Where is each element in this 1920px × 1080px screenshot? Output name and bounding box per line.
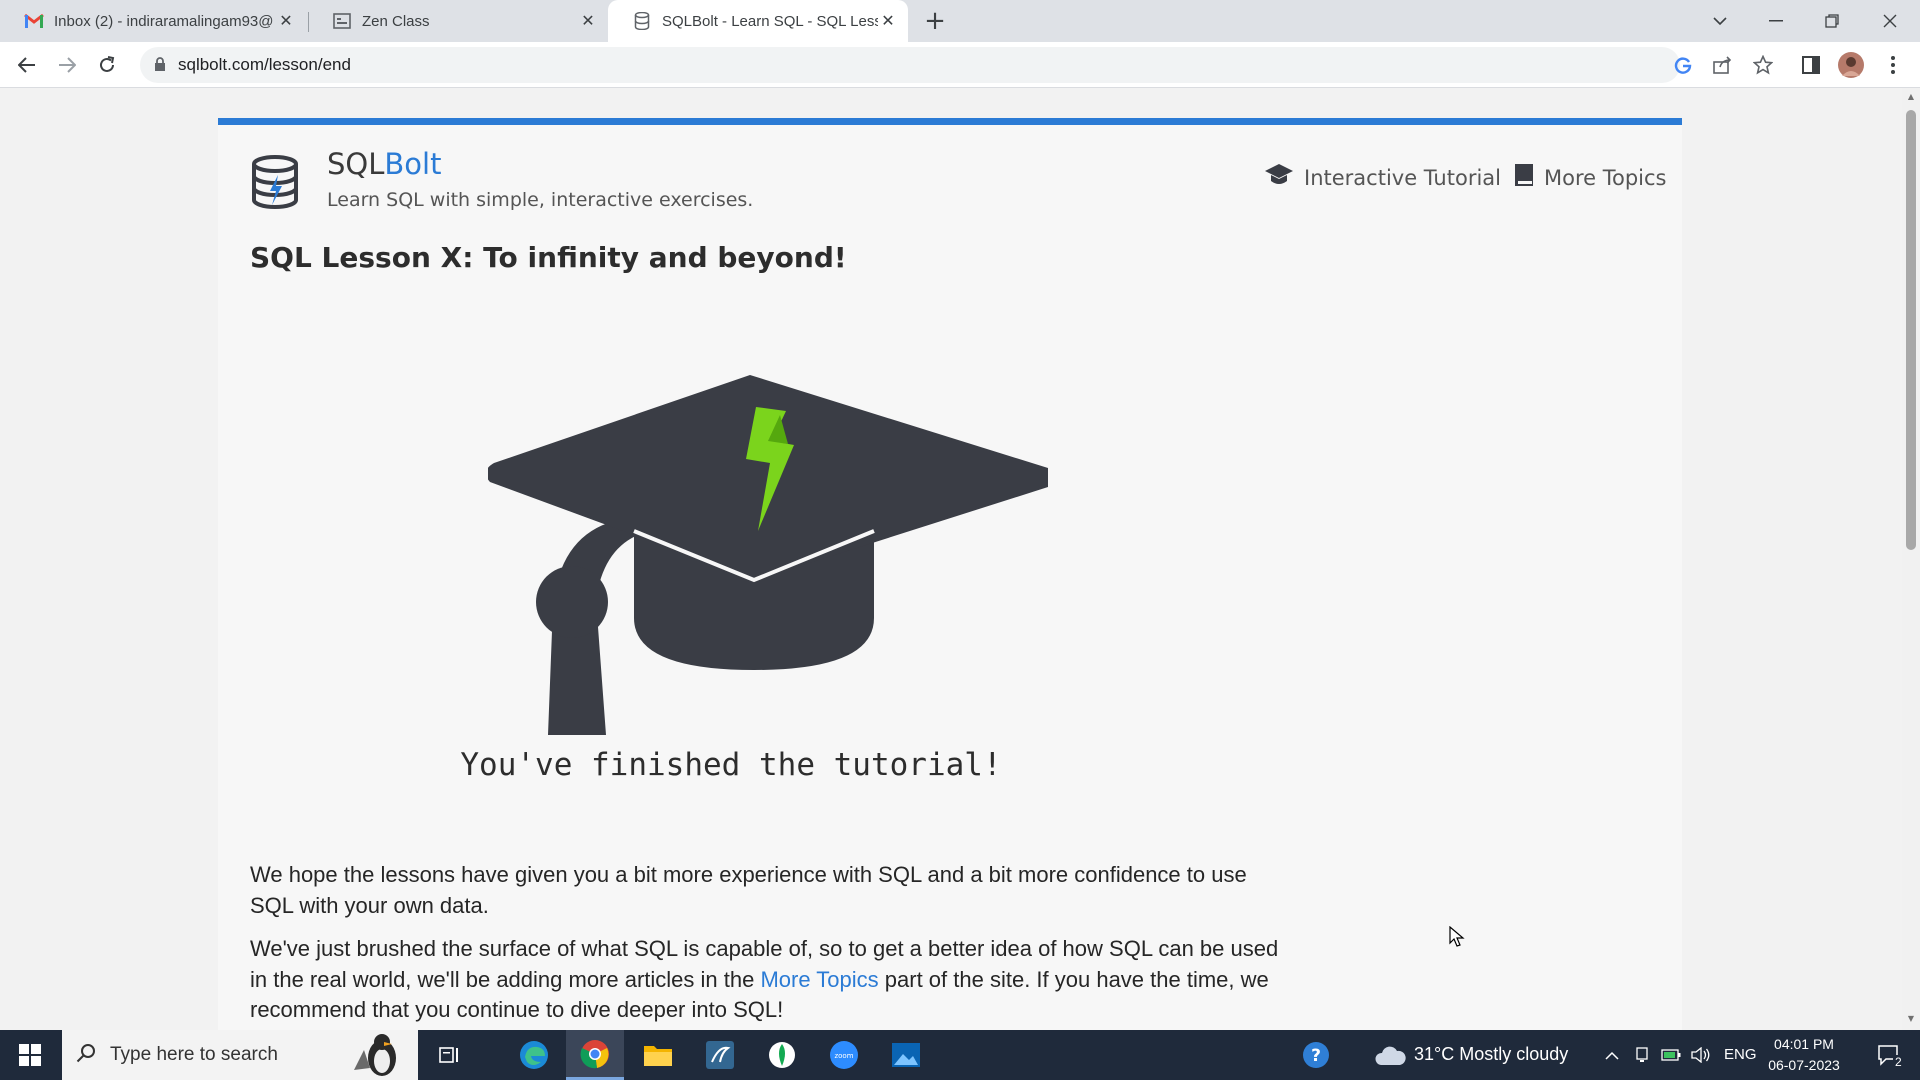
brand-prefix: SQL bbox=[327, 147, 385, 181]
brand-suffix: Bolt bbox=[384, 147, 442, 181]
forward-button[interactable] bbox=[52, 50, 82, 80]
windows-taskbar: Type here to search zoom ? 31°C Mostly c… bbox=[0, 1030, 1920, 1080]
tab-gmail[interactable]: Inbox (2) - indiraramalingam93@ ✕ bbox=[0, 0, 306, 42]
taskbar-search-box[interactable]: Type here to search bbox=[62, 1030, 418, 1080]
nav-more-topics[interactable]: More Topics bbox=[1514, 163, 1667, 192]
address-bar[interactable]: sqlbolt.com/lesson/end bbox=[140, 47, 1680, 83]
close-tab-icon[interactable]: ✕ bbox=[878, 11, 898, 31]
scroll-up-arrow-icon[interactable]: ▲ bbox=[1906, 92, 1916, 101]
database-icon bbox=[632, 11, 652, 31]
chrome-taskbar-icon[interactable] bbox=[566, 1030, 624, 1080]
zoom-icon[interactable]: zoom bbox=[816, 1030, 872, 1080]
site-brand[interactable]: SQLBolt bbox=[327, 147, 441, 181]
side-panel-icon[interactable] bbox=[1798, 52, 1824, 78]
graduation-cap-illustration bbox=[485, 375, 1056, 749]
photos-icon[interactable] bbox=[878, 1030, 934, 1080]
tab-search-chevron-icon[interactable] bbox=[1692, 0, 1748, 42]
graduation-cap-icon bbox=[1264, 163, 1304, 192]
profile-avatar[interactable] bbox=[1838, 52, 1864, 78]
bookmark-star-icon[interactable] bbox=[1750, 52, 1776, 78]
sqlbolt-logo-icon[interactable] bbox=[250, 155, 300, 215]
help-icon[interactable]: ? bbox=[1298, 1030, 1334, 1080]
browser-toolbar: sqlbolt.com/lesson/end bbox=[0, 42, 1920, 88]
chrome-menu-icon[interactable] bbox=[1880, 52, 1906, 78]
tab-zen-class[interactable]: Zen Class ✕ bbox=[308, 0, 608, 42]
file-explorer-icon[interactable] bbox=[630, 1030, 686, 1080]
minimize-button[interactable] bbox=[1748, 0, 1804, 42]
search-icon bbox=[76, 1043, 96, 1067]
svg-text:zoom: zoom bbox=[834, 1052, 853, 1060]
notification-center-icon[interactable]: 2 bbox=[1864, 1030, 1914, 1080]
scroll-down-arrow-icon[interactable]: ▼ bbox=[1906, 1014, 1916, 1023]
tab-title: SQLBolt - Learn SQL - SQL Lesso bbox=[662, 12, 878, 30]
close-tab-icon[interactable]: ✕ bbox=[276, 11, 296, 31]
url-text: sqlbolt.com/lesson/end bbox=[178, 55, 351, 74]
nav-label: Interactive Tutorial bbox=[1304, 165, 1501, 190]
notification-count-badge: 2 bbox=[1893, 1055, 1904, 1069]
svg-text:?: ? bbox=[1311, 1046, 1321, 1066]
volume-icon[interactable] bbox=[1688, 1030, 1714, 1080]
edge-icon[interactable] bbox=[508, 1030, 560, 1080]
show-hidden-icons-icon[interactable] bbox=[1600, 1030, 1624, 1080]
lesson-title: SQL Lesson X: To infinity and beyond! bbox=[250, 241, 847, 274]
paragraph-intro: We hope the lessons have given you a bit… bbox=[250, 862, 1247, 918]
content-card: SQLBolt Learn SQL with simple, interacti… bbox=[218, 118, 1682, 1030]
tab-title: Inbox (2) - indiraramalingam93@ bbox=[54, 12, 274, 30]
search-placeholder: Type here to search bbox=[110, 1044, 278, 1065]
page-scrollbar[interactable]: ▲ ▼ bbox=[1902, 88, 1920, 1030]
start-button[interactable] bbox=[0, 1030, 60, 1080]
close-tab-icon[interactable]: ✕ bbox=[578, 11, 598, 31]
google-lens-icon[interactable] bbox=[1670, 52, 1696, 78]
clock-time: 04:01 PM bbox=[1774, 1036, 1834, 1052]
site-tagline: Learn SQL with simple, interactive exerc… bbox=[327, 189, 754, 211]
close-window-button[interactable] bbox=[1862, 0, 1918, 42]
scrollbar-thumb[interactable] bbox=[1906, 110, 1916, 550]
more-topics-link[interactable]: More Topics bbox=[760, 967, 878, 992]
book-icon bbox=[1514, 163, 1544, 192]
reload-button[interactable] bbox=[92, 50, 122, 80]
tab-sqlbolt[interactable]: SQLBolt - Learn SQL - SQL Lesso ✕ bbox=[608, 0, 908, 42]
paragraph-more-topics: We've just brushed the surface of what S… bbox=[250, 934, 1280, 1026]
sql-workbench-icon[interactable] bbox=[692, 1030, 748, 1080]
page-viewport: SQLBolt Learn SQL with simple, interacti… bbox=[0, 88, 1902, 1030]
nav-interactive-tutorial[interactable]: Interactive Tutorial bbox=[1264, 163, 1501, 192]
share-icon[interactable] bbox=[1710, 52, 1736, 78]
battery-icon[interactable] bbox=[1658, 1030, 1684, 1080]
nav-label: More Topics bbox=[1544, 165, 1667, 190]
meet-now-icon[interactable] bbox=[1630, 1030, 1654, 1080]
mongodb-compass-icon[interactable] bbox=[754, 1030, 810, 1080]
tab-title: Zen Class bbox=[362, 12, 430, 30]
search-highlight-penguin-icon bbox=[344, 1030, 408, 1080]
language-indicator[interactable]: ENG bbox=[1724, 1046, 1757, 1063]
lock-icon bbox=[154, 56, 166, 75]
task-view-icon[interactable] bbox=[430, 1030, 470, 1080]
back-button[interactable] bbox=[12, 50, 42, 80]
weather-text[interactable]: 31°C Mostly cloudy bbox=[1414, 1044, 1568, 1065]
tab-strip: Inbox (2) - indiraramalingam93@ ✕ Zen Cl… bbox=[0, 0, 1920, 42]
weather-cloud-icon[interactable] bbox=[1372, 1030, 1408, 1080]
gmail-icon bbox=[24, 11, 44, 31]
clock-date: 06-07-2023 bbox=[1768, 1057, 1840, 1073]
page-icon bbox=[332, 11, 352, 31]
restore-button[interactable] bbox=[1804, 0, 1860, 42]
clock[interactable]: 04:01 PM 06-07-2023 bbox=[1768, 1034, 1840, 1076]
finished-message: You've finished the tutorial! bbox=[460, 747, 1002, 783]
new-tab-button[interactable]: + bbox=[922, 6, 948, 36]
mouse-cursor-icon bbox=[1449, 925, 1465, 952]
